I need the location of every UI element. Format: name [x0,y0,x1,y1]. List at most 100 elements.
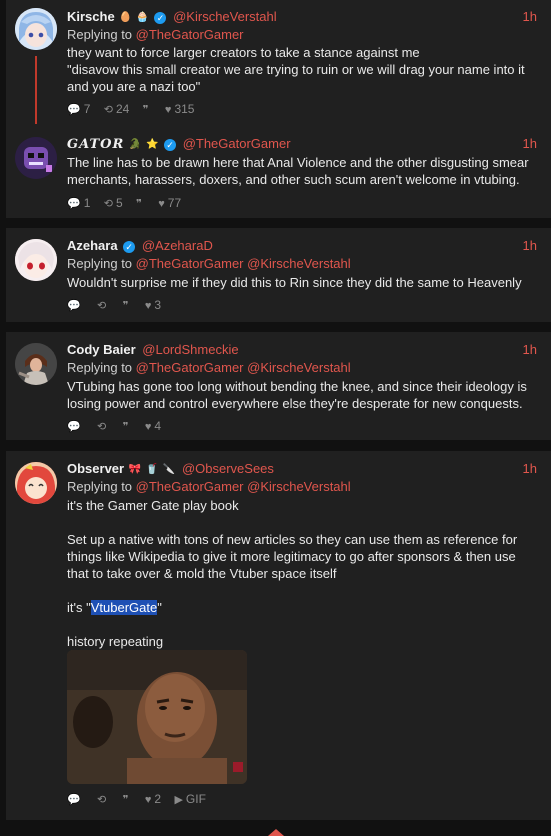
retweet-button[interactable]: ⟲ 24 [104,101,130,118]
retweet-count: 5 [115,196,123,210]
retweet-button[interactable]: ⟲ 5 [104,195,123,212]
ribbon-emoji: 🎀 [128,463,142,475]
tweet-azehara[interactable]: Azehara ✓ @AzeharaD 1h Replying to @TheG… [6,237,551,317]
quote-icon: ❞ [142,104,149,116]
replying-to: Replying to @TheGatorGamer @KirscheVerst… [67,478,537,496]
like-count: 315 [174,102,195,116]
mention-link[interactable]: @KirscheVerstahl [247,360,351,375]
mention-link[interactable]: @TheGatorGamer [136,27,244,42]
replying-to: Replying to @TheGatorGamer [67,26,537,44]
handle[interactable]: @AzeharaD [142,238,213,253]
tweet-text: The line has to be drawn here that Anal … [67,154,537,188]
retweet-icon: ⟲ [103,198,113,210]
replying-label: Replying to [67,256,133,271]
retweet-icon: ⟲ [97,794,107,806]
tweet-actions: 💬 ⟲ ❞ ♥ 3 [67,297,537,313]
quote-button[interactable]: ❞ [123,791,132,808]
tweet-text: Wouldn't surprise me if they did this to… [67,274,537,291]
gif-label: GIF [185,792,206,806]
thread-card: Kirsche 🥚 🧁 ✓ @KirscheVerstahl 1h Replyi… [6,0,551,218]
retweet-count: 24 [115,102,130,116]
tweet-kirsche[interactable]: Kirsche 🥚 🧁 ✓ @KirscheVerstahl 1h Replyi… [6,8,551,118]
quote-button[interactable]: ❞ [123,297,132,314]
star-emoji: ⭐ [145,138,159,150]
display-name[interactable]: Cody Baier [67,342,136,357]
avatar[interactable] [15,137,57,179]
tweet-text: they want to force larger creators to ta… [67,44,537,95]
tweet-actions: 💬 7 ⟲ 24 ❞ ♥ 315 [67,101,537,117]
display-name[interactable]: Observer [67,461,124,476]
heart-icon: ♥ [164,104,172,116]
reply-button[interactable]: 💬 [67,297,84,314]
retweet-button[interactable]: ⟲ [97,791,109,808]
text-fragment: " [157,600,162,615]
display-name[interactable]: Kirsche [67,9,115,24]
like-button[interactable]: ♥ 2 [145,791,161,808]
retweet-icon: ⟲ [97,300,107,312]
timestamp[interactable]: 1h [523,135,537,153]
mention-link[interactable]: @TheGatorGamer [136,256,244,271]
reply-button[interactable]: 💬 1 [67,195,90,212]
retweet-button[interactable]: ⟲ [97,418,109,435]
tweet-text: VTubing has gone too long without bendin… [67,378,537,412]
tweet-header: Cody Baier @LordShmeckie 1h [67,341,537,359]
quote-button[interactable]: ❞ [143,101,152,118]
reply-button[interactable]: 💬 [67,418,84,435]
tweet-card: Observer 🎀 🥤 🔪 @ObserveSees 1h Replying … [6,451,551,820]
avatar[interactable] [15,462,57,504]
replying-to: Replying to @TheGatorGamer @KirscheVerst… [67,359,537,377]
comment-icon: 💬 [67,104,81,116]
tweet-header: Observer 🎀 🥤 🔪 @ObserveSees 1h [67,460,537,478]
avatar[interactable] [15,239,57,281]
quote-button[interactable]: ❞ [123,418,132,435]
knife-emoji: 🔪 [162,463,176,475]
replying-label: Replying to [67,360,133,375]
timestamp[interactable]: 1h [523,460,537,478]
handle[interactable]: @LordShmeckie [142,342,238,357]
retweet-button[interactable]: ⟲ [97,297,109,314]
reply-count: 7 [83,102,91,116]
tweet-actions: 💬 1 ⟲ 5 ❞ ♥ 77 [67,195,537,211]
comment-icon: 💬 [67,794,81,806]
handle[interactable]: @ObserveSees [182,461,274,476]
tweet-text-line: Set up a native with tons of new article… [67,532,518,581]
egg-emoji: 🥚 [119,11,132,23]
reply-button[interactable]: 💬 [67,791,84,808]
display-name[interactable]: Azehara [67,238,118,253]
like-button[interactable]: ♥ 315 [165,101,195,118]
quote-button[interactable]: ❞ [136,195,145,212]
tweet-text-line: it's "VtuberGate" [67,599,537,616]
tweet-cody[interactable]: Cody Baier @LordShmeckie 1h Replying to … [6,341,551,436]
retweet-icon: ⟲ [97,421,107,433]
like-button[interactable]: ♥ 3 [145,297,161,314]
cup-emoji: 🥤 [145,463,159,475]
quote-icon: ❞ [122,300,129,312]
handle[interactable]: @KirscheVerstahl [173,9,277,24]
handle[interactable]: @TheGatorGamer [183,136,291,151]
mention-link[interactable]: @KirscheVerstahl [247,479,351,494]
replying-to: Replying to @TheGatorGamer @KirscheVerst… [67,255,537,273]
replying-label: Replying to [67,27,133,42]
like-button[interactable]: ♥ 77 [158,195,181,212]
mention-link[interactable]: @TheGatorGamer [136,479,244,494]
like-button[interactable]: ♥ 4 [145,418,161,435]
tweet-gator[interactable]: GATOR 🐊 ⭐ ✓ @TheGatorGamer 1h The line h… [6,135,551,211]
mention-link[interactable]: @KirscheVerstahl [247,256,351,271]
heart-icon: ♥ [144,300,152,312]
avatar[interactable] [15,343,57,385]
tweet-header: Azehara ✓ @AzeharaD 1h [67,237,537,255]
heart-icon: ♥ [144,794,152,806]
gif-play-button[interactable]: ▶ GIF [174,791,205,808]
gif-media[interactable] [67,650,247,784]
timestamp[interactable]: 1h [523,237,537,255]
reply-button[interactable]: 💬 7 [67,101,90,118]
timestamp[interactable]: 1h [523,8,537,26]
mention-link[interactable]: @TheGatorGamer [136,360,244,375]
tweet-actions: 💬 ⟲ ❞ ♥ 2 ▶ GIF [67,791,216,807]
heart-icon: ♥ [144,421,152,433]
display-name[interactable]: GATOR [67,137,124,152]
verified-badge-icon: ✓ [154,11,167,24]
tweet-observer[interactable]: Observer 🎀 🥤 🔪 @ObserveSees 1h Replying … [6,460,551,815]
timestamp[interactable]: 1h [523,341,537,359]
avatar[interactable] [15,8,57,50]
